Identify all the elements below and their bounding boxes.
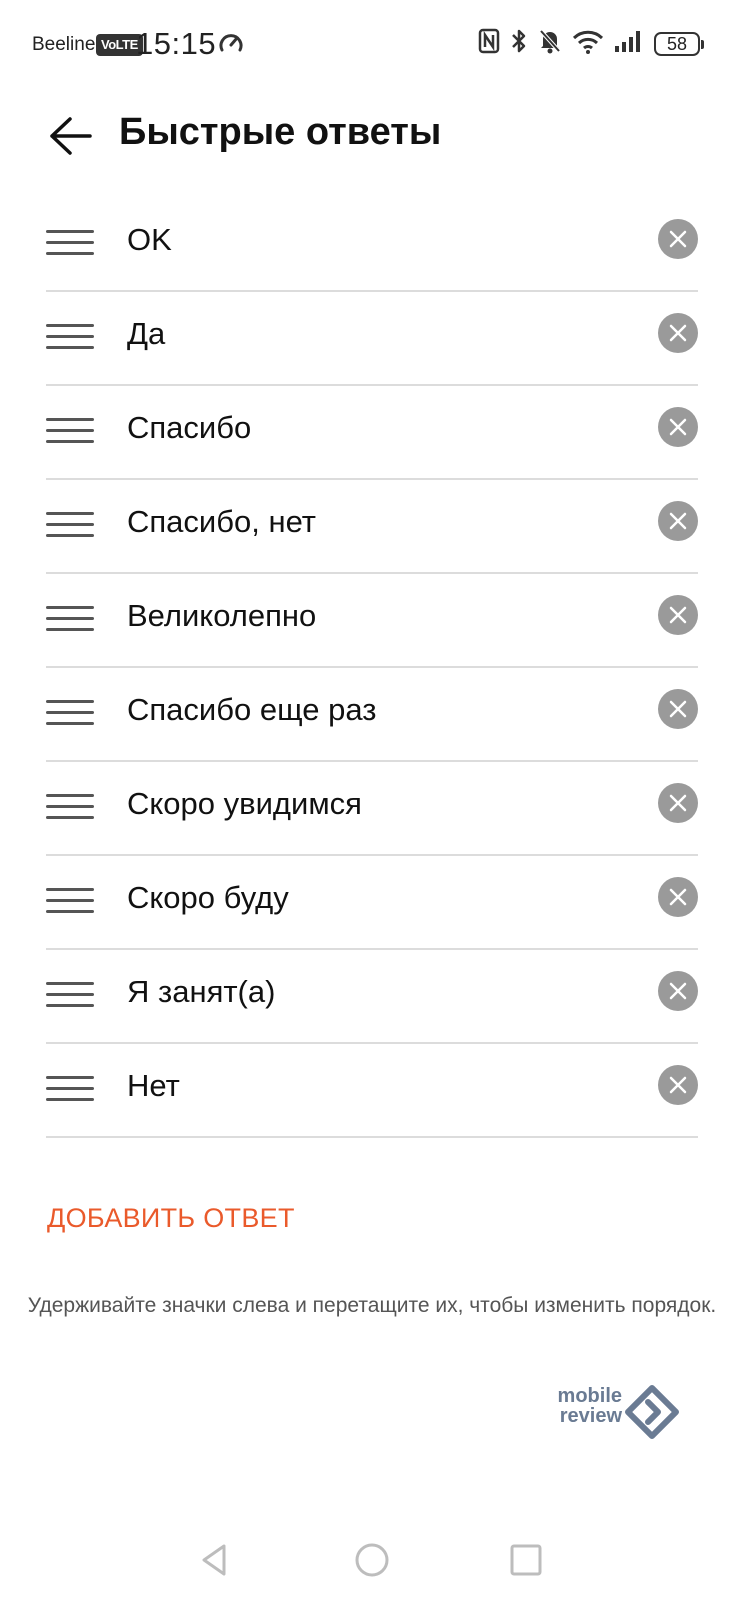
remove-reply-button[interactable] [658, 595, 698, 635]
reply-row: Я занят(а) [46, 950, 698, 1044]
remove-reply-button[interactable] [658, 1065, 698, 1105]
nav-recents-button[interactable] [506, 1540, 546, 1580]
drag-handle-icon[interactable] [46, 418, 94, 444]
status-time: 15:15 [136, 26, 217, 61]
watermark-line1: mobile [557, 1385, 622, 1407]
remove-reply-button[interactable] [658, 877, 698, 917]
status-bar: Beeline VoLTE 15:15 58 [0, 0, 744, 90]
reply-row: Да [46, 292, 698, 386]
reply-text[interactable]: Я занят(а) [127, 974, 275, 1010]
watermark-line2: review [559, 1405, 622, 1427]
drag-handle-icon[interactable] [46, 606, 94, 632]
remove-reply-button[interactable] [658, 219, 698, 259]
carrier-name: Beeline [32, 34, 96, 55]
drag-handle-icon[interactable] [46, 512, 94, 538]
remove-reply-button[interactable] [658, 313, 698, 353]
recents-square-icon [510, 1544, 542, 1576]
reorder-hint: Удерживайте значки слева и перетащите их… [27, 1294, 717, 1317]
reply-row: Скоро буду [46, 856, 698, 950]
back-triangle-icon [202, 1544, 226, 1576]
reply-text[interactable]: OK [127, 222, 172, 258]
add-reply-button[interactable]: ДОБАВИТЬ ОТВЕТ [47, 1203, 295, 1234]
nfc-icon [478, 28, 500, 59]
nav-home-button[interactable] [352, 1540, 392, 1580]
reply-row: OK [46, 198, 698, 292]
close-icon [669, 888, 687, 906]
remove-reply-button[interactable] [658, 501, 698, 541]
drag-handle-icon[interactable] [46, 230, 94, 256]
signal-icon [614, 28, 644, 59]
bell-muted-icon [538, 28, 562, 59]
watermark-text: mobile review [536, 1386, 622, 1426]
reply-text[interactable]: Скоро увидимся [127, 786, 362, 822]
drag-handle-icon[interactable] [46, 982, 94, 1008]
bluetooth-icon [510, 28, 528, 59]
close-icon [669, 700, 687, 718]
battery-icon: 58 [654, 31, 704, 56]
reply-row: Спасибо еще раз [46, 668, 698, 762]
back-button[interactable] [44, 109, 96, 161]
system-nav-bar [0, 1530, 744, 1600]
quick-replies-list: OK Да Спасибо Спасибо, нет Великолепно С… [46, 198, 698, 1138]
drag-handle-icon[interactable] [46, 888, 94, 914]
reply-row: Великолепно [46, 574, 698, 668]
page-title: Быстрые ответы [119, 111, 442, 153]
reply-row: Спасибо, нет [46, 480, 698, 574]
drag-handle-icon[interactable] [46, 700, 94, 726]
close-icon [669, 794, 687, 812]
remove-reply-button[interactable] [658, 689, 698, 729]
reply-text[interactable]: Спасибо еще раз [127, 692, 376, 728]
app-header: Быстрые ответы [0, 95, 744, 175]
reply-row: Спасибо [46, 386, 698, 480]
wifi-icon [572, 28, 604, 59]
arrow-left-icon [50, 117, 92, 155]
diamond-logo-icon [625, 1385, 679, 1439]
reply-text[interactable]: Да [127, 316, 165, 352]
remove-reply-button[interactable] [658, 783, 698, 823]
reply-row: Нет [46, 1044, 698, 1138]
speedometer-icon [218, 30, 244, 61]
drag-handle-icon[interactable] [46, 324, 94, 350]
reply-row: Скоро увидимся [46, 762, 698, 856]
close-icon [669, 418, 687, 436]
reply-text[interactable]: Нет [127, 1068, 180, 1104]
drag-handle-icon[interactable] [46, 794, 94, 820]
close-icon [669, 606, 687, 624]
close-icon [669, 1076, 687, 1094]
nav-back-button[interactable] [196, 1540, 236, 1580]
drag-handle-icon[interactable] [46, 1076, 94, 1102]
reply-text[interactable]: Спасибо [127, 410, 251, 446]
watermark-logo: mobile review [536, 1384, 686, 1446]
remove-reply-button[interactable] [658, 971, 698, 1011]
reply-text[interactable]: Скоро буду [127, 880, 289, 916]
close-icon [669, 324, 687, 342]
reply-text[interactable]: Великолепно [127, 598, 316, 634]
home-circle-icon [355, 1543, 389, 1577]
status-icons: 58 [478, 28, 704, 59]
close-icon [669, 982, 687, 1000]
close-icon [669, 512, 687, 530]
reply-text[interactable]: Спасибо, нет [127, 504, 316, 540]
remove-reply-button[interactable] [658, 407, 698, 447]
close-icon [669, 230, 687, 248]
